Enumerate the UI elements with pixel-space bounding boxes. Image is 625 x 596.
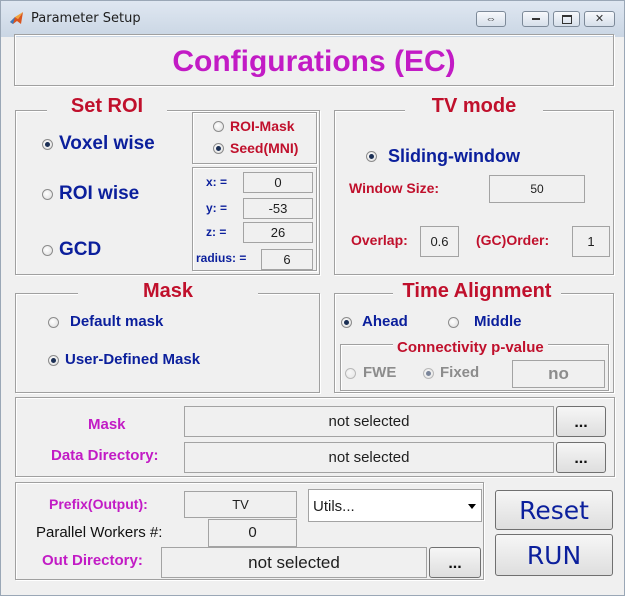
voxel-wise-label[interactable]: Voxel wise xyxy=(59,133,155,155)
ahead-label[interactable]: Ahead xyxy=(362,313,408,330)
time-alignment-title: Time Alignment xyxy=(393,279,561,303)
fwe-radio[interactable] xyxy=(345,368,356,379)
data-directory-label: Data Directory: xyxy=(51,447,159,464)
fixed-radio[interactable] xyxy=(423,368,434,379)
set-roi-title: Set ROI xyxy=(47,94,167,118)
dropdown-arrow-icon xyxy=(468,504,476,509)
utils-dropdown[interactable]: Utils... xyxy=(308,489,482,522)
maximize-button[interactable] xyxy=(553,11,580,27)
prefix-output-label: Prefix(Output): xyxy=(49,496,148,512)
sliding-window-radio[interactable] xyxy=(366,151,377,162)
mask-path-label: Mask xyxy=(88,416,126,433)
window-size-label: Window Size: xyxy=(349,180,440,196)
header-panel: Configurations (EC) xyxy=(14,34,614,86)
utils-dropdown-value: Utils... xyxy=(313,498,355,515)
seed-mni-radio[interactable] xyxy=(213,143,224,154)
data-directory-input[interactable]: not selected xyxy=(184,442,554,473)
roi-wise-label[interactable]: ROI wise xyxy=(59,183,139,205)
pvalue-input[interactable]: no xyxy=(512,360,605,388)
out-directory-label: Out Directory: xyxy=(42,552,143,569)
user-defined-mask-label[interactable]: User-Defined Mask xyxy=(65,351,200,368)
reset-button[interactable]: Reset xyxy=(495,490,613,530)
title-bar: Parameter Setup ⇔ ✕ xyxy=(1,1,624,37)
roi-mask-label[interactable]: ROI-Mask xyxy=(230,118,295,134)
fwe-label[interactable]: FWE xyxy=(363,364,396,381)
parallel-workers-label: Parallel Workers #: xyxy=(36,524,163,541)
overlap-label: Overlap: xyxy=(351,232,408,248)
radius-label: radius: = xyxy=(196,251,247,265)
radius-input[interactable]: 6 xyxy=(261,249,313,270)
mask-title: Mask xyxy=(78,279,258,303)
data-directory-browse-button[interactable]: ... xyxy=(556,442,606,473)
mask-panel xyxy=(15,293,320,393)
run-button[interactable]: RUN xyxy=(495,534,613,576)
window-title: Parameter Setup xyxy=(31,11,141,26)
out-directory-browse-button[interactable]: ... xyxy=(429,547,481,578)
sliding-window-label[interactable]: Sliding-window xyxy=(388,146,520,167)
y-input[interactable]: -53 xyxy=(243,198,313,219)
gc-order-label: (GC)Order: xyxy=(476,232,550,248)
roi-mask-radio[interactable] xyxy=(213,121,224,132)
seed-mni-label[interactable]: Seed(MNI) xyxy=(230,140,298,156)
minimize-button[interactable] xyxy=(522,11,549,27)
restore-icon: ⇔ xyxy=(485,13,497,25)
overlap-input[interactable]: 0.6 xyxy=(420,226,459,257)
x-input[interactable]: 0 xyxy=(243,172,313,193)
out-directory-input[interactable]: not selected xyxy=(161,547,427,578)
matlab-icon xyxy=(10,12,23,24)
close-icon: ✕ xyxy=(594,13,605,25)
tv-mode-title: TV mode xyxy=(405,94,543,118)
gcd-radio[interactable] xyxy=(42,245,53,256)
user-defined-mask-radio[interactable] xyxy=(48,355,59,366)
pvalue-title: Connectivity p-value xyxy=(393,339,548,356)
fixed-label[interactable]: Fixed xyxy=(440,364,479,381)
z-input[interactable]: 26 xyxy=(243,222,313,243)
default-mask-radio[interactable] xyxy=(48,317,59,328)
prefix-output-input[interactable]: TV xyxy=(184,491,297,518)
restore-button[interactable]: ⇔ xyxy=(476,11,506,27)
mask-path-input[interactable]: not selected xyxy=(184,406,554,437)
middle-label[interactable]: Middle xyxy=(474,313,522,330)
default-mask-label[interactable]: Default mask xyxy=(70,313,163,330)
gc-order-input[interactable]: 1 xyxy=(572,226,610,257)
parameter-setup-window: Parameter Setup ⇔ ✕ Configurations (EC) … xyxy=(0,0,625,596)
parallel-workers-input[interactable]: 0 xyxy=(208,519,297,547)
middle-radio[interactable] xyxy=(448,317,459,328)
maximize-icon xyxy=(561,14,572,24)
gcd-label[interactable]: GCD xyxy=(59,239,101,261)
close-button[interactable]: ✕ xyxy=(584,11,615,27)
window-size-input[interactable]: 50 xyxy=(489,175,585,203)
voxel-wise-radio[interactable] xyxy=(42,139,53,150)
roi-wise-radio[interactable] xyxy=(42,189,53,200)
x-label: x: = xyxy=(206,175,228,189)
minimize-icon xyxy=(531,18,540,21)
page-title: Configurations (EC) xyxy=(172,45,456,78)
ahead-radio[interactable] xyxy=(341,317,352,328)
mask-browse-button[interactable]: ... xyxy=(556,406,606,437)
y-label: y: = xyxy=(206,201,228,215)
z-label: z: = xyxy=(206,225,227,239)
